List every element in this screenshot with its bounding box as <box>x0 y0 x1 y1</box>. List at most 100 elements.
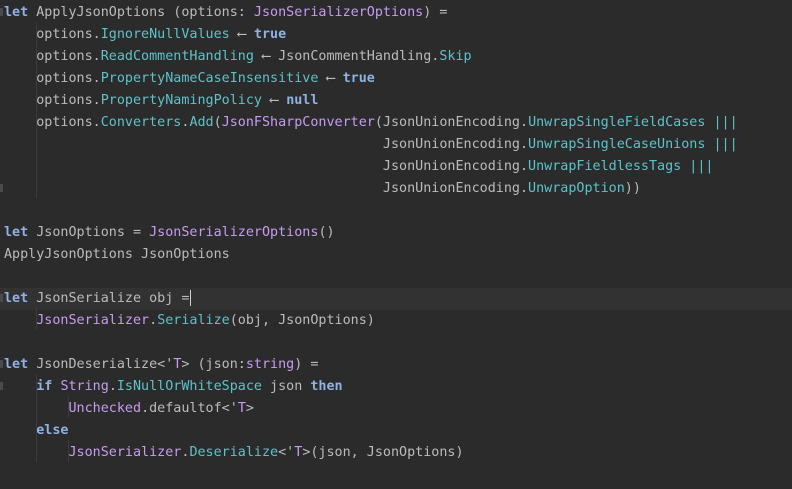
code-token: JsonUnionEncoding. <box>4 181 529 196</box>
code-token: ( <box>213 115 222 130</box>
code-line-text: let ApplyJsonOptions (options: JsonSeria… <box>4 2 447 24</box>
code-token: ||| <box>705 137 738 152</box>
code-token: JsonFSharpConverter <box>221 115 375 130</box>
code-token: options. <box>4 27 101 42</box>
code-line[interactable]: JsonSerializer.Serialize(obj, JsonOption… <box>0 310 792 332</box>
code-token: JsonSerialize obj = <box>28 291 190 306</box>
code-token: JsonUnionEncoding. <box>4 137 529 152</box>
code-line[interactable]: options.Converters.Add(JsonFSharpConvert… <box>0 112 792 134</box>
code-token: )) <box>624 181 641 196</box>
fold-marker[interactable] <box>0 360 3 368</box>
code-token: else <box>36 423 69 438</box>
code-line-text: ApplyJsonOptions JsonOptions <box>4 244 230 266</box>
indent-guide <box>68 440 69 462</box>
code-line[interactable]: let ApplyJsonOptions (options: JsonSeria… <box>0 2 792 24</box>
code-line[interactable]: if String.IsNullOrWhiteSpace json then <box>0 376 792 398</box>
code-line[interactable]: Unchecked.defaultof<'T> <box>0 398 792 420</box>
fold-marker[interactable] <box>0 8 3 16</box>
code-token: let <box>4 357 29 372</box>
code-token: ||| <box>705 115 738 130</box>
code-line-text: if String.IsNullOrWhiteSpace json then <box>4 376 342 398</box>
code-token: let <box>4 5 29 20</box>
code-line[interactable]: options.IgnoreNullValues ⟵ true <box>0 24 792 46</box>
code-token: Skip <box>439 49 472 64</box>
code-token: ) = <box>294 357 319 372</box>
code-token: Add <box>189 115 214 130</box>
code-line[interactable]: let JsonOptions = JsonSerializerOptions(… <box>0 222 792 244</box>
fold-marker[interactable] <box>0 294 3 302</box>
code-token: (obj, JsonOptions) <box>229 313 375 328</box>
code-token: JsonSerializer <box>68 445 182 460</box>
code-line[interactable]: else <box>0 420 792 442</box>
indent-guide <box>36 374 37 462</box>
code-editor[interactable]: JsonSerializer. Deserialize<' T >(json, Jso… <box>0 0 792 489</box>
code-line[interactable]: JsonUnionEncoding.UnwrapOption)) <box>0 178 792 200</box>
code-line[interactable]: options.PropertyNameCaseInsensitive ⟵ tr… <box>0 68 792 90</box>
code-token: () <box>318 225 335 240</box>
code-line-text: JsonUnionEncoding.UnwrapSingleCaseUnions… <box>4 134 738 156</box>
code-token: > <box>245 401 254 416</box>
code-token: JsonDeserialize<' <box>28 357 174 372</box>
code-line-text: options.IgnoreNullValues ⟵ true <box>4 24 286 46</box>
code-token: (JsonUnionEncoding. <box>374 115 529 130</box>
code-line-text: options.ReadCommentHandling ⟵ JsonCommen… <box>4 46 472 68</box>
code-token: null <box>286 93 319 108</box>
code-line[interactable]: JsonUnionEncoding.UnwrapSingleCaseUnions… <box>0 134 792 156</box>
code-token: ⟵ <box>229 27 254 42</box>
code-token: T <box>237 401 246 416</box>
code-token: PropertyNameCaseInsensitive <box>100 71 319 86</box>
code-line[interactable]: ApplyJsonOptions JsonOptions <box>0 244 792 266</box>
fold-marker[interactable] <box>0 382 3 390</box>
code-token: true <box>253 27 287 42</box>
code-token: JsonSerializerOptions <box>149 225 319 240</box>
indent-guide <box>68 396 69 418</box>
code-line-text: options.PropertyNameCaseInsensitive ⟵ tr… <box>4 68 375 90</box>
code-line-text: Unchecked.defaultof<'T> <box>4 398 254 420</box>
code-token: UnwrapFieldlessTags <box>528 159 682 174</box>
code-token: ⟵ <box>318 71 343 86</box>
code-token: >(json, JsonOptions) <box>302 445 464 460</box>
code-token: let <box>4 225 29 240</box>
code-token: UnwrapSingleFieldCases <box>528 115 706 130</box>
code-token: ApplyJsonOptions (options: <box>28 5 254 20</box>
code-line[interactable]: options.PropertyNamingPolicy ⟵ null <box>0 90 792 112</box>
code-token: IsNullOrWhiteSpace <box>116 379 262 394</box>
code-token: String <box>60 379 109 394</box>
code-token: IgnoreNullValues <box>100 27 230 42</box>
code-line[interactable]: JsonUnionEncoding.UnwrapFieldlessTags ||… <box>0 156 792 178</box>
code-token: > (json: <box>181 357 246 372</box>
code-token: ReadCommentHandling <box>100 49 254 64</box>
code-line[interactable]: options.ReadCommentHandling ⟵ JsonCommen… <box>0 46 792 68</box>
code-token: options. <box>4 49 101 64</box>
code-line[interactable]: let JsonSerialize obj = <box>0 288 792 310</box>
code-token: string <box>245 357 295 372</box>
code-line[interactable]: let JsonDeserialize<'T> (json:string) = <box>0 354 792 376</box>
code-token: ) = <box>423 5 448 20</box>
code-line[interactable] <box>0 200 792 222</box>
code-token: UnwrapSingleCaseUnions <box>528 137 706 152</box>
code-token: JsonSerializer <box>36 313 150 328</box>
code-token: json <box>262 379 311 394</box>
fold-marker[interactable] <box>0 184 3 192</box>
code-line[interactable]: JsonSerializer.Deserialize<'T>(json, Jso… <box>0 442 792 464</box>
code-token: if <box>36 379 53 394</box>
code-line-text: let JsonDeserialize<'T> (json:string) = <box>4 354 318 376</box>
code-line[interactable] <box>0 266 792 288</box>
code-token: let <box>4 291 29 306</box>
code-token: Unchecked <box>68 401 142 416</box>
text-caret <box>190 290 192 306</box>
code-token: ⟵ JsonCommentHandling. <box>253 49 440 64</box>
code-token: . <box>108 379 117 394</box>
code-line[interactable] <box>0 332 792 354</box>
code-token: ||| <box>681 159 714 174</box>
code-line-text: JsonSerializer.Serialize(obj, JsonOption… <box>4 310 375 332</box>
code-token: JsonUnionEncoding. <box>4 159 529 174</box>
code-line-text: options.PropertyNamingPolicy ⟵ null <box>4 90 318 112</box>
code-line-text: JsonSerializer.Deserialize<'T>(json, Jso… <box>4 442 464 464</box>
code-token: PropertyNamingPolicy <box>100 93 262 108</box>
code-token: Converters <box>100 115 182 130</box>
code-token: ⟵ <box>262 93 287 108</box>
